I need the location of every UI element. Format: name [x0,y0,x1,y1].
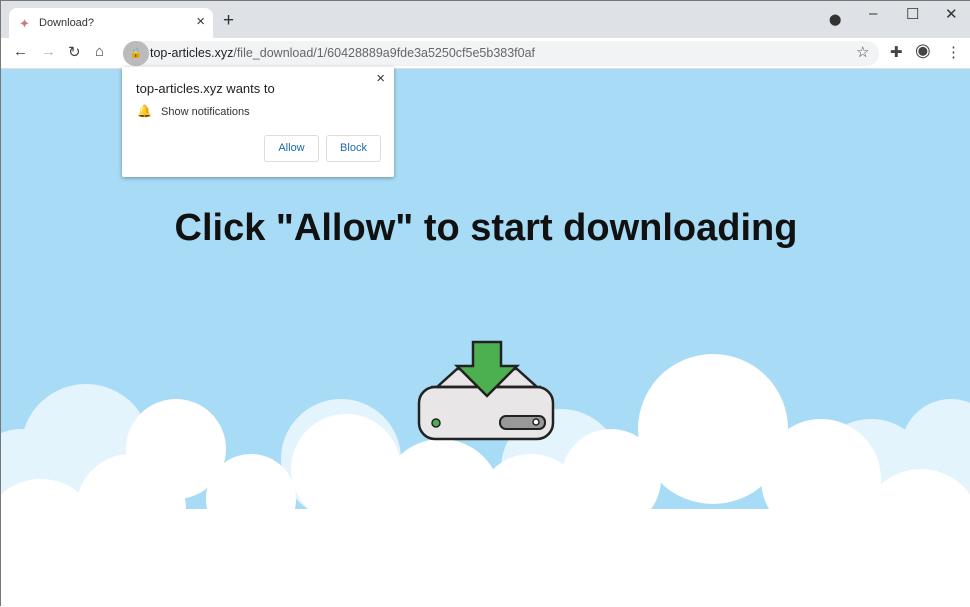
block-button[interactable]: Block [326,135,381,162]
allow-button[interactable]: Allow [264,135,319,162]
toolbar: ← → ↻ ⌂ 🔒 top-articles.xyz/file_download… [1,38,970,69]
new-tab-button[interactable]: + [223,10,234,32]
close-window-button[interactable]: ✕ [945,5,958,23]
reload-icon[interactable]: ↻ [68,43,81,61]
url-domain: top-articles.xyz [150,46,234,60]
tab-download[interactable]: ✦ Download? × [9,8,213,38]
tab-strip: ✦ Download? × + ⬤ – ☐ ✕ [1,1,970,38]
bookmark-star-icon[interactable]: ☆ [856,43,869,61]
maximize-button[interactable]: ☐ [906,5,919,23]
lock-icon[interactable]: 🔒 [123,41,149,66]
extensions-icon[interactable]: ✚ [890,43,903,61]
permission-label: Show notifications [161,106,250,118]
home-icon[interactable]: ⌂ [95,43,104,60]
close-popup-icon[interactable]: × [376,70,385,87]
back-icon[interactable]: ← [13,43,28,60]
tab-search-icon[interactable]: ⬤ [829,13,841,26]
minimize-button[interactable]: – [869,5,877,22]
url-path: /file_download/1/60428889a9fde3a5250cf5e… [233,46,536,60]
profile-icon[interactable]: ◉ [915,40,931,61]
download-drive-icon [417,340,555,441]
popup-title: top-articles.xyz wants to [136,81,275,96]
menu-icon[interactable]: ⋮ [946,43,961,61]
forward-icon[interactable]: → [41,43,56,60]
headline: Click "Allow" to start downloading [174,207,798,249]
notification-permission-popup: top-articles.xyz wants to × 🔔 Show notif… [122,67,394,177]
bell-icon: 🔔 [137,104,152,118]
address-bar[interactable]: 🔒 top-articles.xyz/file_download/1/60428… [123,41,879,66]
close-tab-icon[interactable]: × [196,13,205,30]
puzzle-favicon-icon: ✦ [19,16,30,31]
tab-title: Download? [39,17,95,29]
